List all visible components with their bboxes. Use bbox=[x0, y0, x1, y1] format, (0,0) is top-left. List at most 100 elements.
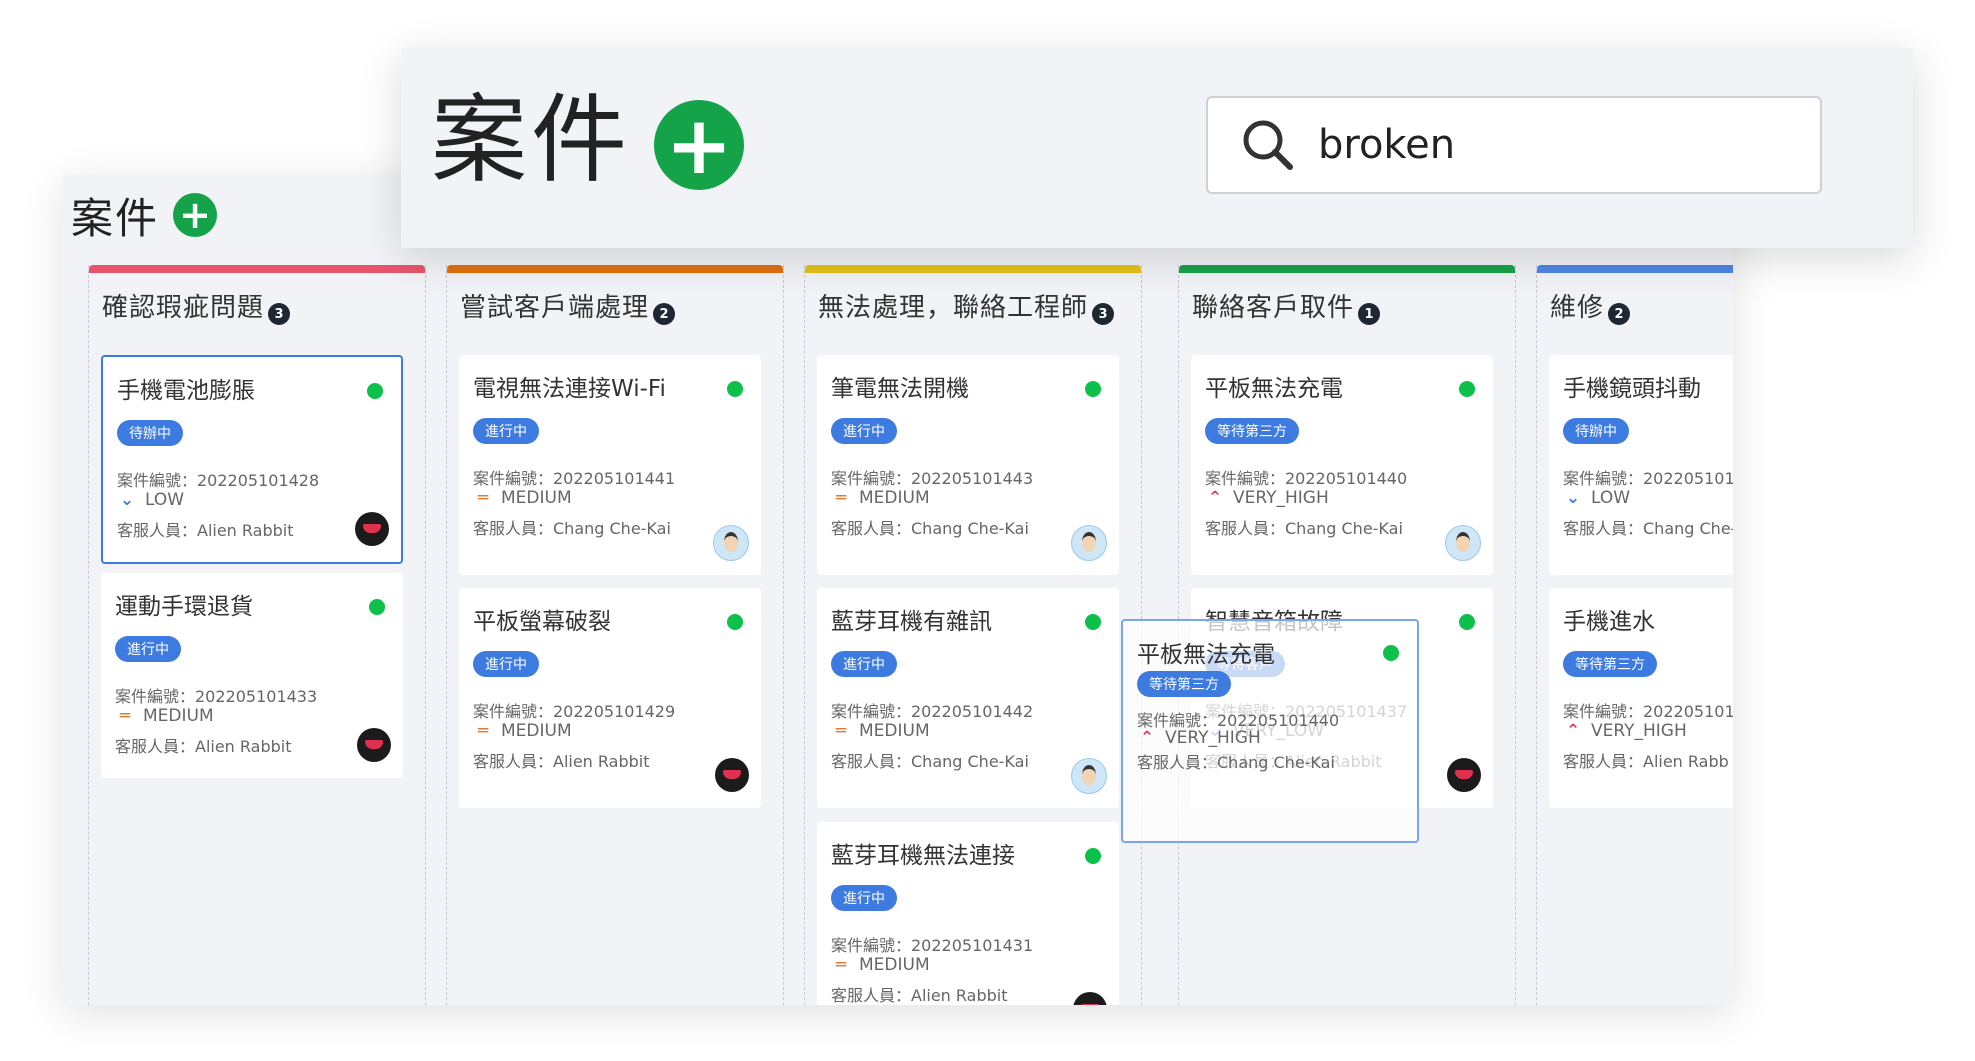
column-count-badge: 3 bbox=[1092, 303, 1115, 325]
case-number: 案件編號：202205101433 bbox=[115, 687, 318, 706]
priority: ═ MEDIUM bbox=[473, 721, 572, 741]
column-color-bar bbox=[447, 265, 783, 273]
low-priority-icon: ⌄ bbox=[1565, 488, 1581, 508]
agent: 客服人員：Chang Che-Kai bbox=[473, 519, 671, 538]
column-color-bar bbox=[89, 265, 425, 273]
priority-label: MEDIUM bbox=[859, 955, 930, 975]
avatar bbox=[355, 512, 389, 546]
agent: 客服人員：Alien Rabb bbox=[1563, 752, 1729, 771]
case-number: 案件編號：202205101443 bbox=[831, 469, 1034, 488]
status-dot bbox=[1085, 848, 1101, 864]
case-card[interactable]: 運動手環退貨 進行中 案件編號：202205101433 ═ MEDIUM 客服人員：Al… bbox=[101, 573, 403, 778]
column-header: 嘗試客戶端處理 2 bbox=[460, 287, 676, 325]
column-title: 維修 bbox=[1550, 293, 1605, 323]
case-card[interactable]: 藍芽耳機無法連接 進行中 案件編號：202205101431 ═ MEDIUM 客服人員：… bbox=[817, 822, 1119, 1005]
search-box[interactable] bbox=[1206, 96, 1822, 194]
card-title: 藍芽耳機無法連接 bbox=[831, 843, 1015, 869]
column-title: 確認瑕疵問題 bbox=[102, 293, 265, 323]
case-card[interactable]: 筆電無法開機 進行中 案件編號：202205101443 ═ MEDIUM 客服人員：Ch… bbox=[817, 355, 1119, 575]
avatar bbox=[357, 728, 391, 762]
low-priority-icon: ⌄ bbox=[119, 490, 135, 510]
status-dot bbox=[1383, 645, 1399, 661]
dragging-card[interactable]: 平板無法充電 等待第三方 案件編號：202205101440 ⌃ VERY_HI… bbox=[1121, 619, 1419, 843]
case-card[interactable]: 電視無法連接Wi-Fi 進行中案件編號：202205101441 ═ MEDIUM 客服… bbox=[459, 355, 761, 575]
column-count-badge: 2 bbox=[1608, 303, 1631, 325]
priority: ═ MEDIUM bbox=[831, 955, 930, 975]
column-header: 聯絡客戶取件 1 bbox=[1192, 287, 1381, 325]
card-title: 手機進水 bbox=[1563, 609, 1655, 635]
page-title: 案件 bbox=[431, 84, 631, 196]
board-title: 案件 bbox=[71, 193, 160, 243]
column-count-badge: 1 bbox=[1358, 303, 1381, 325]
case-number: 案件編號：202205101431 bbox=[831, 936, 1034, 955]
search-input[interactable] bbox=[1316, 121, 1800, 169]
agent: 客服人員：Alien Rabbit bbox=[115, 737, 292, 756]
very-high-priority-icon: ⌃ bbox=[1207, 488, 1223, 508]
card-title: 平板螢幕破裂 bbox=[473, 609, 611, 635]
avatar bbox=[1071, 525, 1107, 561]
medium-priority-icon: ═ bbox=[477, 721, 489, 741]
avatar bbox=[1071, 758, 1107, 794]
priority-label: MEDIUM bbox=[859, 721, 930, 741]
case-card[interactable]: 平板無法充電 等待第三方案件編號：202205101440 ⌃ VERY_HIGH 客服… bbox=[1191, 355, 1493, 575]
search-icon bbox=[1243, 120, 1293, 170]
priority-label: LOW bbox=[1591, 488, 1631, 508]
status-dot bbox=[1459, 381, 1475, 397]
priority: ⌃ VERY_HIGH bbox=[1205, 488, 1329, 508]
avatar bbox=[715, 758, 749, 792]
kanban-column: 維修 2 手機鏡頭抖動 待辦中 案件編號：202205101 ⌄ LOW 客服人員：Chang… bbox=[1536, 265, 1733, 1005]
kanban-column: 無法處理，聯絡工程師 3 筆電無法開機 進行中案件編號：202205101443 ═ ME… bbox=[804, 265, 1142, 1005]
agent: 客服人員：Chang Che-Kai bbox=[831, 752, 1029, 771]
medium-priority-icon: ═ bbox=[477, 488, 489, 508]
status-badge: 等待第三方 bbox=[1563, 651, 1657, 677]
agent: 客服人員：Chang Che-Kai bbox=[831, 519, 1029, 538]
status-badge: 進行中 bbox=[831, 418, 897, 444]
case-card[interactable]: 手機電池膨脹 待辦中 案件編號：202205101428 ⌄ LOW 客服人員：Alien… bbox=[101, 355, 403, 564]
priority: ⌄ LOW bbox=[117, 490, 184, 510]
agent: 客服人員：Alien Rabbit bbox=[117, 521, 294, 540]
add-case-button[interactable]: + bbox=[173, 193, 218, 237]
priority: ⌃ VERY_HIGH bbox=[1563, 721, 1687, 741]
case-number: 案件編號：202205101 bbox=[1563, 702, 1733, 721]
case-card[interactable]: 藍芽耳機有雜訊 進行中 案件編號：202205101442 ═ MEDIUM 客服人員：C… bbox=[817, 588, 1119, 808]
priority-label: LOW bbox=[145, 490, 185, 510]
case-number: 案件編號：202205101441 bbox=[473, 469, 676, 488]
card-title: 平板無法充電 bbox=[1205, 376, 1343, 402]
kanban-column: 嘗試客戶端處理 2 電視無法連接Wi-Fi 進行中 案件編號：202205101441 ═… bbox=[446, 265, 784, 1005]
priority: ═ MEDIUM bbox=[473, 488, 572, 508]
case-card[interactable]: 手機鏡頭抖動 待辦中 案件編號：202205101 ⌄ LOW 客服人員：Chang Ch… bbox=[1549, 355, 1733, 575]
status-badge: 進行中 bbox=[115, 636, 181, 662]
column-color-bar bbox=[1537, 265, 1733, 273]
case-card[interactable]: 手機進水等待第三方案件編號：202205101 ⌃ VERY_HIGH 客服人員：Al… bbox=[1549, 588, 1733, 808]
column-color-bar bbox=[1179, 265, 1515, 273]
column-header: 無法處理，聯絡工程師 3 bbox=[818, 287, 1115, 325]
column-title: 無法處理，聯絡工程師 bbox=[818, 293, 1089, 323]
status-dot bbox=[369, 599, 385, 615]
column-title: 嘗試客戶端處理 bbox=[460, 293, 650, 323]
card-title: 筆電無法開機 bbox=[831, 376, 969, 402]
case-number: 案件編號：202205101 bbox=[1563, 469, 1733, 488]
avatar bbox=[1447, 758, 1481, 792]
very-high-priority-icon: ⌃ bbox=[1139, 728, 1155, 748]
column-header: 維修 2 bbox=[1550, 287, 1631, 325]
very-high-priority-icon: ⌃ bbox=[1565, 721, 1581, 741]
column-title: 聯絡客戶取件 bbox=[1192, 293, 1355, 323]
case-number: 案件編號：202205101428 bbox=[117, 471, 320, 490]
column-count-badge: 2 bbox=[653, 303, 676, 325]
kanban-board-window: 案件 + 確認瑕疵問題 3 手機電池膨脹 待辦中 案件編號：202205101428 ⌄ L… bbox=[63, 175, 1733, 1005]
status-badge: 進行中 bbox=[473, 418, 539, 444]
case-card[interactable]: 平板螢幕破裂 進行中 案件編號：202205101429 ═ MEDIUM 客服人員：Al… bbox=[459, 588, 761, 808]
status-badge: 待辦中 bbox=[117, 420, 183, 446]
add-case-button-large[interactable]: + bbox=[654, 99, 744, 192]
priority-label: VERY_HIGH bbox=[1165, 728, 1261, 748]
card-title: 手機鏡頭抖動 bbox=[1563, 376, 1701, 402]
status-badge: 等待第三方 bbox=[1205, 418, 1299, 444]
priority-label: VERY_HIGH bbox=[1591, 721, 1687, 741]
priority-label: MEDIUM bbox=[501, 488, 572, 508]
card-title: 平板無法充電 bbox=[1137, 642, 1275, 668]
priority-label: MEDIUM bbox=[859, 488, 930, 508]
card-title: 電視無法連接Wi-Fi bbox=[473, 376, 666, 402]
status-badge: 進行中 bbox=[473, 651, 539, 677]
agent: 客服人員：Chang Che-Kai bbox=[1205, 519, 1403, 538]
case-number: 案件編號：202205101440 bbox=[1205, 469, 1408, 488]
